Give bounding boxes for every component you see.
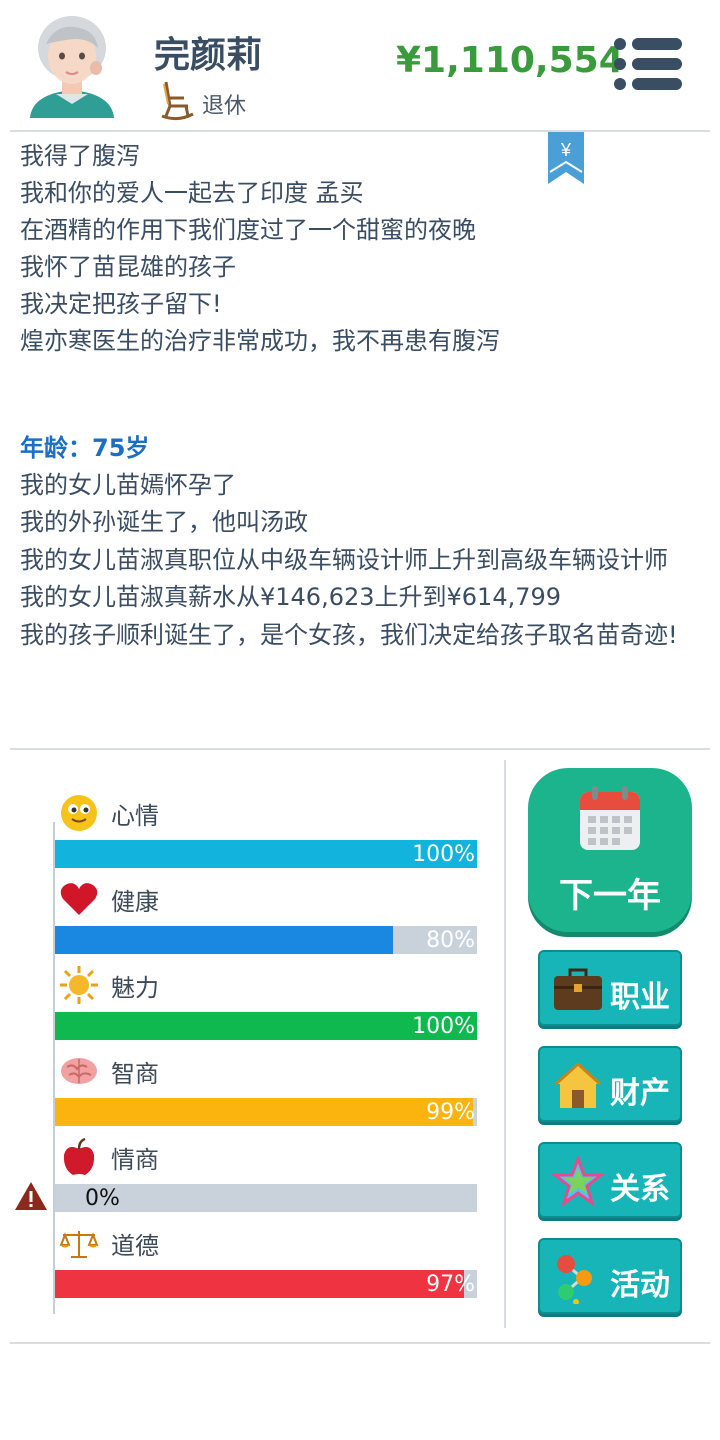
relations-label: 关系 [610,1172,670,1207]
log-line: 我决定把孩子留下! [20,290,222,318]
stat-label: 魅力 [111,973,159,1002]
stat-value: 100% [412,1014,475,1039]
stat-value: 100% [412,842,475,867]
next-year-label: 下一年 [559,876,661,916]
rocking-chair-icon [161,81,194,121]
stat-value: 80% [426,928,475,953]
stat-bar-fill [55,926,393,954]
log-line: 我的女儿苗嫣怀孕了 [20,471,236,499]
assets-button[interactable]: 财产 [538,1046,682,1122]
stat-bar: 80% [55,926,477,954]
log-line: 我的外孙诞生了，他叫汤政 [20,508,308,536]
stat-iq: 智商 99% [55,1050,477,1126]
career-button[interactable]: 职业 [538,950,682,1026]
smiley-icon [61,795,97,831]
player-name: 完颜莉 [154,35,263,76]
stat-bar: 0% [55,1184,477,1212]
stat-bar-fill [55,1098,473,1126]
stat-label: 智商 [111,1059,159,1088]
event-log: 我得了腹泻 我和你的爱人一起去了印度 孟买 在酒精的作用下我们度过了一个甜蜜的夜… [20,138,700,654]
header-bar: 完颜莉 退休 ¥1,110,554 [0,0,720,130]
header-divider [10,130,710,132]
log-line: 我怀了苗昆雄的孩子 [20,253,236,281]
log-line: 煌亦寒医生的治疗非常成功，我不再患有腹泻 [20,327,500,355]
status-label: 退休 [202,94,247,119]
stat-bar: 99% [55,1098,477,1126]
warning-icon[interactable] [14,1180,48,1212]
activities-icon [557,1255,592,1304]
assets-label: 财产 [610,1076,670,1111]
activities-label: 活动 [610,1268,670,1303]
stat-bar: 100% [55,1012,477,1040]
stat-label: 情商 [111,1145,159,1174]
relations-button[interactable]: 关系 [538,1142,682,1218]
scales-icon [59,1231,99,1258]
log-line: 我的女儿苗淑真薪水从¥146,623上升到¥614,799 [20,583,562,611]
footer-divider [10,1342,710,1344]
age-heading: 年龄：75岁 [20,434,150,462]
log-line: 我得了腹泻 [20,142,140,170]
log-line: 我和你的爱人一起去了印度 孟买 [20,179,364,207]
avatar[interactable] [26,10,118,118]
career-label: 职业 [610,980,670,1015]
stat-value: 0% [85,1186,120,1211]
stat-charm: 魅力 100% [55,964,477,1040]
calendar-icon [580,786,640,850]
house-icon [554,1062,602,1108]
stat-label: 健康 [111,887,159,916]
status-row: 退休 [160,80,246,122]
log-line: 我的孩子顺利诞生了，是个女孩，我们决定给孩子取名苗奇迹! [20,621,678,649]
stat-label: 心情 [111,801,159,830]
stat-value: 99% [426,1100,475,1125]
log-divider [10,748,710,750]
panel-divider [504,760,506,1328]
stat-bar: 100% [55,840,477,868]
log-line: 我的女儿苗淑真职位从中级车辆设计师上升到高级车辆设计师 [20,546,668,574]
menu-icon[interactable] [612,36,684,92]
heart-icon [60,883,98,915]
stat-morality: 道德 97% [55,1222,477,1298]
apple-icon [63,1137,95,1175]
stat-value: 97% [426,1272,475,1297]
stat-health: 健康 80% [55,878,477,954]
log-line: 在酒精的作用下我们度过了一个甜蜜的夜晚 [20,216,476,244]
briefcase-icon [554,968,602,1010]
brain-icon [61,1058,97,1084]
money-balance: ¥1,110,554 [396,40,624,81]
stat-bar-fill [55,1270,465,1298]
sun-icon [60,966,98,1004]
stats-panel: 心情 100% 健康 80% 魅力 100% 智商 99% 情商 0% 道德 9… [0,760,505,1330]
star-icon [552,1156,604,1207]
stat-mood: 心情 100% [55,792,477,868]
stat-eq: 情商 0% [55,1136,477,1212]
next-year-button[interactable]: 下一年 [528,768,692,932]
stat-bar: 97% [55,1270,477,1298]
stat-label: 道德 [111,1231,159,1260]
activities-button[interactable]: 活动 [538,1238,682,1314]
